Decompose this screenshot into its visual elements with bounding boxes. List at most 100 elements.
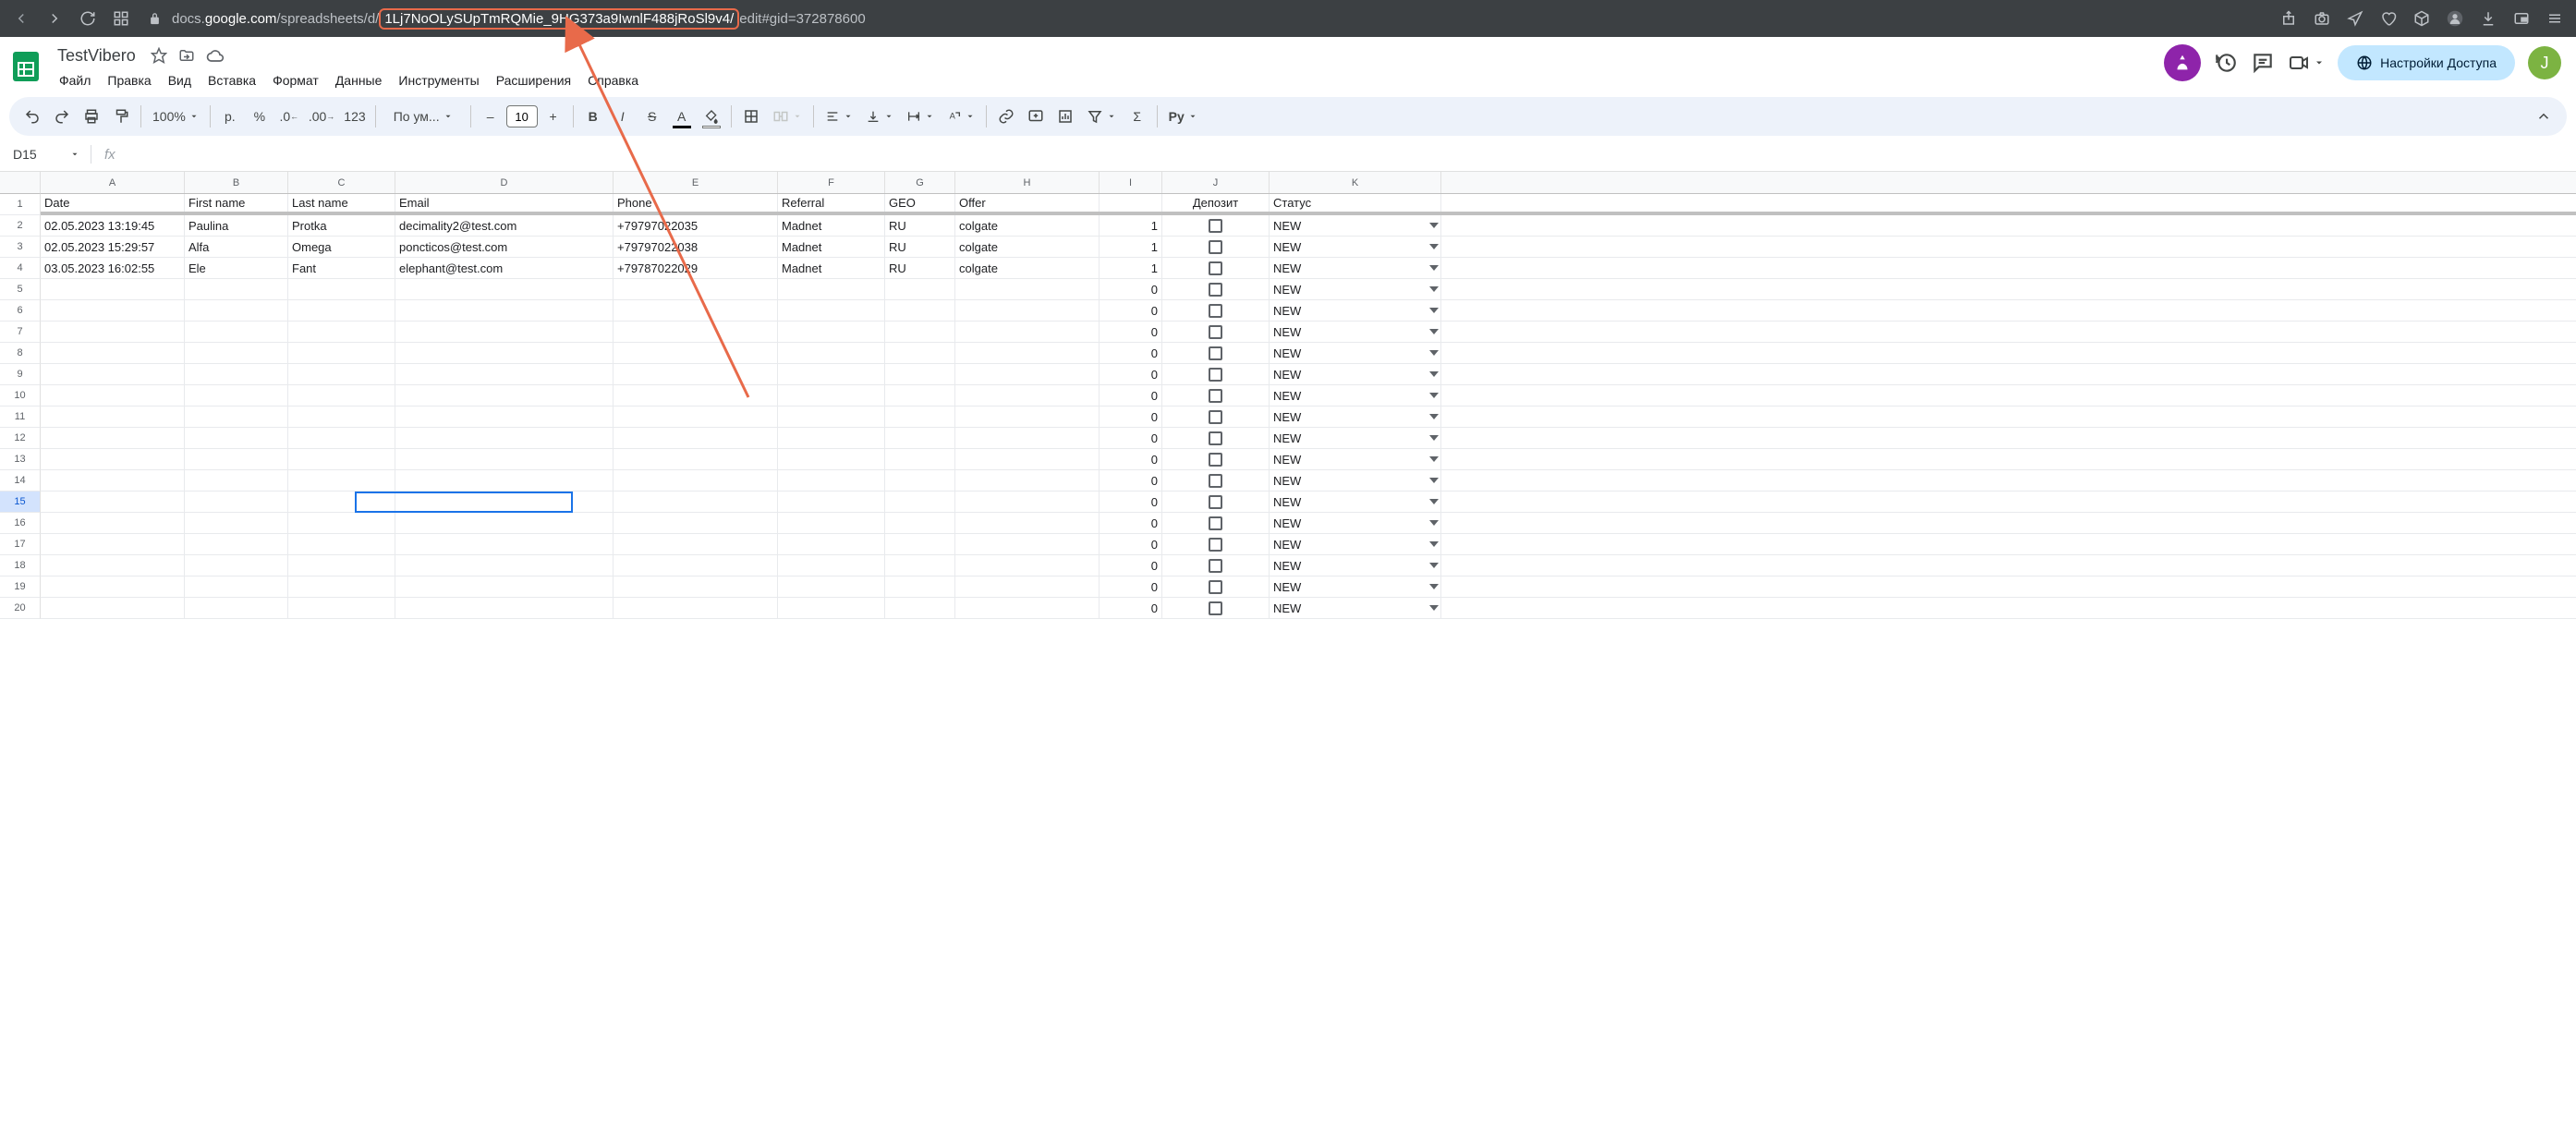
- user-avatar[interactable]: J: [2528, 46, 2561, 79]
- cell[interactable]: [885, 279, 955, 299]
- cell[interactable]: [1162, 237, 1270, 257]
- cell[interactable]: 0: [1100, 343, 1162, 363]
- checkbox[interactable]: [1209, 410, 1222, 424]
- cell[interactable]: [885, 407, 955, 427]
- cell[interactable]: 0: [1100, 513, 1162, 533]
- row-head-9[interactable]: 9: [0, 364, 41, 385]
- text-color-button[interactable]: A: [668, 103, 696, 130]
- cell[interactable]: 0: [1100, 555, 1162, 576]
- cell[interactable]: Paulina: [185, 215, 288, 236]
- cell[interactable]: [185, 407, 288, 427]
- bold-button[interactable]: B: [579, 103, 607, 130]
- cell[interactable]: [778, 577, 885, 597]
- checkbox[interactable]: [1209, 304, 1222, 318]
- cell[interactable]: [1162, 534, 1270, 554]
- cell[interactable]: [885, 385, 955, 406]
- cell[interactable]: Last name: [288, 194, 395, 212]
- row-head-11[interactable]: 11: [0, 407, 41, 428]
- cell[interactable]: [395, 300, 614, 321]
- checkbox[interactable]: [1209, 389, 1222, 403]
- cell[interactable]: [955, 385, 1100, 406]
- chevron-down-icon[interactable]: [1429, 265, 1439, 271]
- checkbox[interactable]: [1209, 219, 1222, 233]
- col-head-I[interactable]: I: [1100, 172, 1162, 193]
- menu-Вид[interactable]: Вид: [161, 69, 199, 91]
- menu-Инструменты[interactable]: Инструменты: [391, 69, 486, 91]
- star-icon[interactable]: [151, 47, 167, 66]
- cell[interactable]: [1162, 449, 1270, 469]
- cell[interactable]: [614, 470, 778, 491]
- send-icon[interactable]: [2347, 10, 2363, 27]
- row-head-12[interactable]: 12: [0, 428, 41, 449]
- undo-button[interactable]: [18, 103, 46, 130]
- chevron-down-icon[interactable]: [1429, 244, 1439, 249]
- currency-button[interactable]: р.: [216, 103, 244, 130]
- cell[interactable]: [778, 449, 885, 469]
- cell[interactable]: [185, 555, 288, 576]
- halign-button[interactable]: [820, 103, 858, 130]
- cell[interactable]: [41, 449, 185, 469]
- percent-button[interactable]: %: [246, 103, 273, 130]
- cell[interactable]: [778, 385, 885, 406]
- cell[interactable]: Omega: [288, 237, 395, 257]
- cell[interactable]: [778, 364, 885, 384]
- chart-button[interactable]: [1051, 103, 1079, 130]
- cell[interactable]: 0: [1100, 577, 1162, 597]
- cell[interactable]: [395, 577, 614, 597]
- cell[interactable]: NEW: [1270, 322, 1441, 342]
- cell[interactable]: RU: [885, 237, 955, 257]
- cell[interactable]: NEW: [1270, 364, 1441, 384]
- comment-icon[interactable]: [2251, 51, 2275, 75]
- cell[interactable]: [778, 555, 885, 576]
- cell[interactable]: [955, 577, 1100, 597]
- cell[interactable]: [885, 343, 955, 363]
- cell[interactable]: [955, 343, 1100, 363]
- chevron-down-icon[interactable]: [1429, 605, 1439, 611]
- heart-icon[interactable]: [2380, 10, 2397, 27]
- italic-button[interactable]: I: [609, 103, 637, 130]
- cell[interactable]: 1: [1100, 215, 1162, 236]
- cell[interactable]: colgate: [955, 237, 1100, 257]
- cell[interactable]: NEW: [1270, 237, 1441, 257]
- row-head-3[interactable]: 3: [0, 237, 41, 258]
- cell[interactable]: [614, 513, 778, 533]
- cell[interactable]: [955, 322, 1100, 342]
- cell[interactable]: [395, 555, 614, 576]
- fill-color-button[interactable]: [698, 103, 725, 130]
- cell[interactable]: [288, 534, 395, 554]
- cell[interactable]: [288, 407, 395, 427]
- cell[interactable]: [395, 492, 614, 512]
- cell[interactable]: [1162, 577, 1270, 597]
- menu-Данные[interactable]: Данные: [328, 69, 390, 91]
- cell[interactable]: [395, 470, 614, 491]
- cell[interactable]: 0: [1100, 492, 1162, 512]
- cell[interactable]: 0: [1100, 449, 1162, 469]
- cell[interactable]: NEW: [1270, 300, 1441, 321]
- cell[interactable]: [288, 279, 395, 299]
- filter-button[interactable]: [1081, 103, 1122, 130]
- row-head-20[interactable]: 20: [0, 598, 41, 619]
- cell[interactable]: [1162, 385, 1270, 406]
- cell[interactable]: [955, 449, 1100, 469]
- checkbox[interactable]: [1209, 368, 1222, 382]
- cell[interactable]: 0: [1100, 364, 1162, 384]
- cell[interactable]: [614, 322, 778, 342]
- cell[interactable]: [885, 300, 955, 321]
- checkbox[interactable]: [1209, 346, 1222, 360]
- download-icon[interactable]: [2480, 10, 2497, 27]
- cell[interactable]: [288, 322, 395, 342]
- menu-Расширения[interactable]: Расширения: [489, 69, 578, 91]
- cell[interactable]: poncticos@test.com: [395, 237, 614, 257]
- checkbox[interactable]: [1209, 559, 1222, 573]
- cell[interactable]: [288, 470, 395, 491]
- checkbox[interactable]: [1209, 495, 1222, 509]
- cell[interactable]: [955, 513, 1100, 533]
- cell[interactable]: [185, 534, 288, 554]
- cell[interactable]: [885, 555, 955, 576]
- cell[interactable]: [288, 513, 395, 533]
- cell[interactable]: [185, 279, 288, 299]
- font-size-input[interactable]: [506, 105, 538, 127]
- cell[interactable]: [955, 364, 1100, 384]
- cell[interactable]: [41, 513, 185, 533]
- cell[interactable]: [955, 279, 1100, 299]
